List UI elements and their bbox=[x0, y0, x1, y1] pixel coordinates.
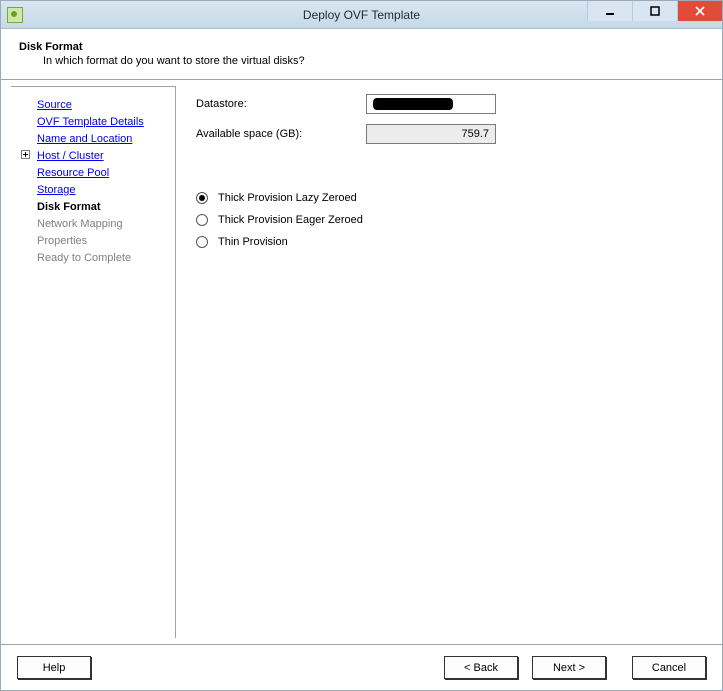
window-controls bbox=[587, 1, 722, 21]
radio-thick-eager[interactable]: Thick Provision Eager Zeroed bbox=[196, 214, 702, 226]
page-description: In which format do you want to store the… bbox=[43, 55, 708, 67]
back-button[interactable]: < Back bbox=[444, 656, 518, 679]
step-properties: Properties bbox=[17, 233, 175, 250]
expand-icon[interactable] bbox=[21, 150, 30, 159]
step-storage[interactable]: Storage bbox=[17, 182, 175, 199]
minimize-icon bbox=[605, 6, 615, 16]
wizard-body: Source OVF Template Details Name and Loc… bbox=[1, 80, 722, 644]
cancel-button[interactable]: Cancel bbox=[632, 656, 706, 679]
page-title: Disk Format bbox=[19, 41, 708, 53]
radio-thick-eager-input[interactable] bbox=[196, 214, 208, 226]
app-icon bbox=[7, 7, 23, 23]
radio-thin[interactable]: Thin Provision bbox=[196, 236, 702, 248]
step-network-mapping: Network Mapping bbox=[17, 216, 175, 233]
wizard-content: Datastore: Available space (GB): 759.7 T… bbox=[176, 80, 722, 644]
step-ovf-details[interactable]: OVF Template Details bbox=[17, 114, 175, 131]
available-space-label: Available space (GB): bbox=[196, 128, 366, 140]
step-host-cluster[interactable]: Host / Cluster bbox=[17, 148, 175, 165]
step-source[interactable]: Source bbox=[17, 97, 175, 114]
radio-thick-eager-label: Thick Provision Eager Zeroed bbox=[218, 214, 363, 226]
next-button[interactable]: Next > bbox=[532, 656, 606, 679]
available-space-field: 759.7 bbox=[366, 124, 496, 144]
provision-options: Thick Provision Lazy Zeroed Thick Provis… bbox=[196, 192, 702, 248]
datastore-field bbox=[366, 94, 496, 114]
redacted-text bbox=[373, 98, 453, 110]
datastore-row: Datastore: bbox=[196, 94, 702, 114]
wizard-footer: Help < Back Next > Cancel bbox=[1, 644, 722, 690]
radio-thick-lazy-label: Thick Provision Lazy Zeroed bbox=[218, 192, 357, 204]
close-icon bbox=[695, 6, 705, 16]
wizard-window: Deploy OVF Template Disk Format In which… bbox=[0, 0, 723, 691]
step-ready: Ready to Complete bbox=[17, 250, 175, 267]
radio-thick-lazy[interactable]: Thick Provision Lazy Zeroed bbox=[196, 192, 702, 204]
maximize-button[interactable] bbox=[632, 1, 677, 21]
wizard-steps-sidebar: Source OVF Template Details Name and Loc… bbox=[11, 86, 176, 638]
minimize-button[interactable] bbox=[587, 1, 632, 21]
step-name-location[interactable]: Name and Location bbox=[17, 131, 175, 148]
step-resource-pool[interactable]: Resource Pool bbox=[17, 165, 175, 182]
radio-thin-label: Thin Provision bbox=[218, 236, 288, 248]
step-disk-format: Disk Format bbox=[17, 199, 175, 216]
step-host-cluster-label: Host / Cluster bbox=[37, 150, 104, 162]
available-space-row: Available space (GB): 759.7 bbox=[196, 124, 702, 144]
wizard-header: Disk Format In which format do you want … bbox=[1, 29, 722, 80]
maximize-icon bbox=[650, 6, 660, 16]
radio-thin-input[interactable] bbox=[196, 236, 208, 248]
help-button[interactable]: Help bbox=[17, 656, 91, 679]
close-button[interactable] bbox=[677, 1, 722, 21]
radio-thick-lazy-input[interactable] bbox=[196, 192, 208, 204]
datastore-label: Datastore: bbox=[196, 98, 366, 110]
title-bar: Deploy OVF Template bbox=[1, 1, 722, 29]
